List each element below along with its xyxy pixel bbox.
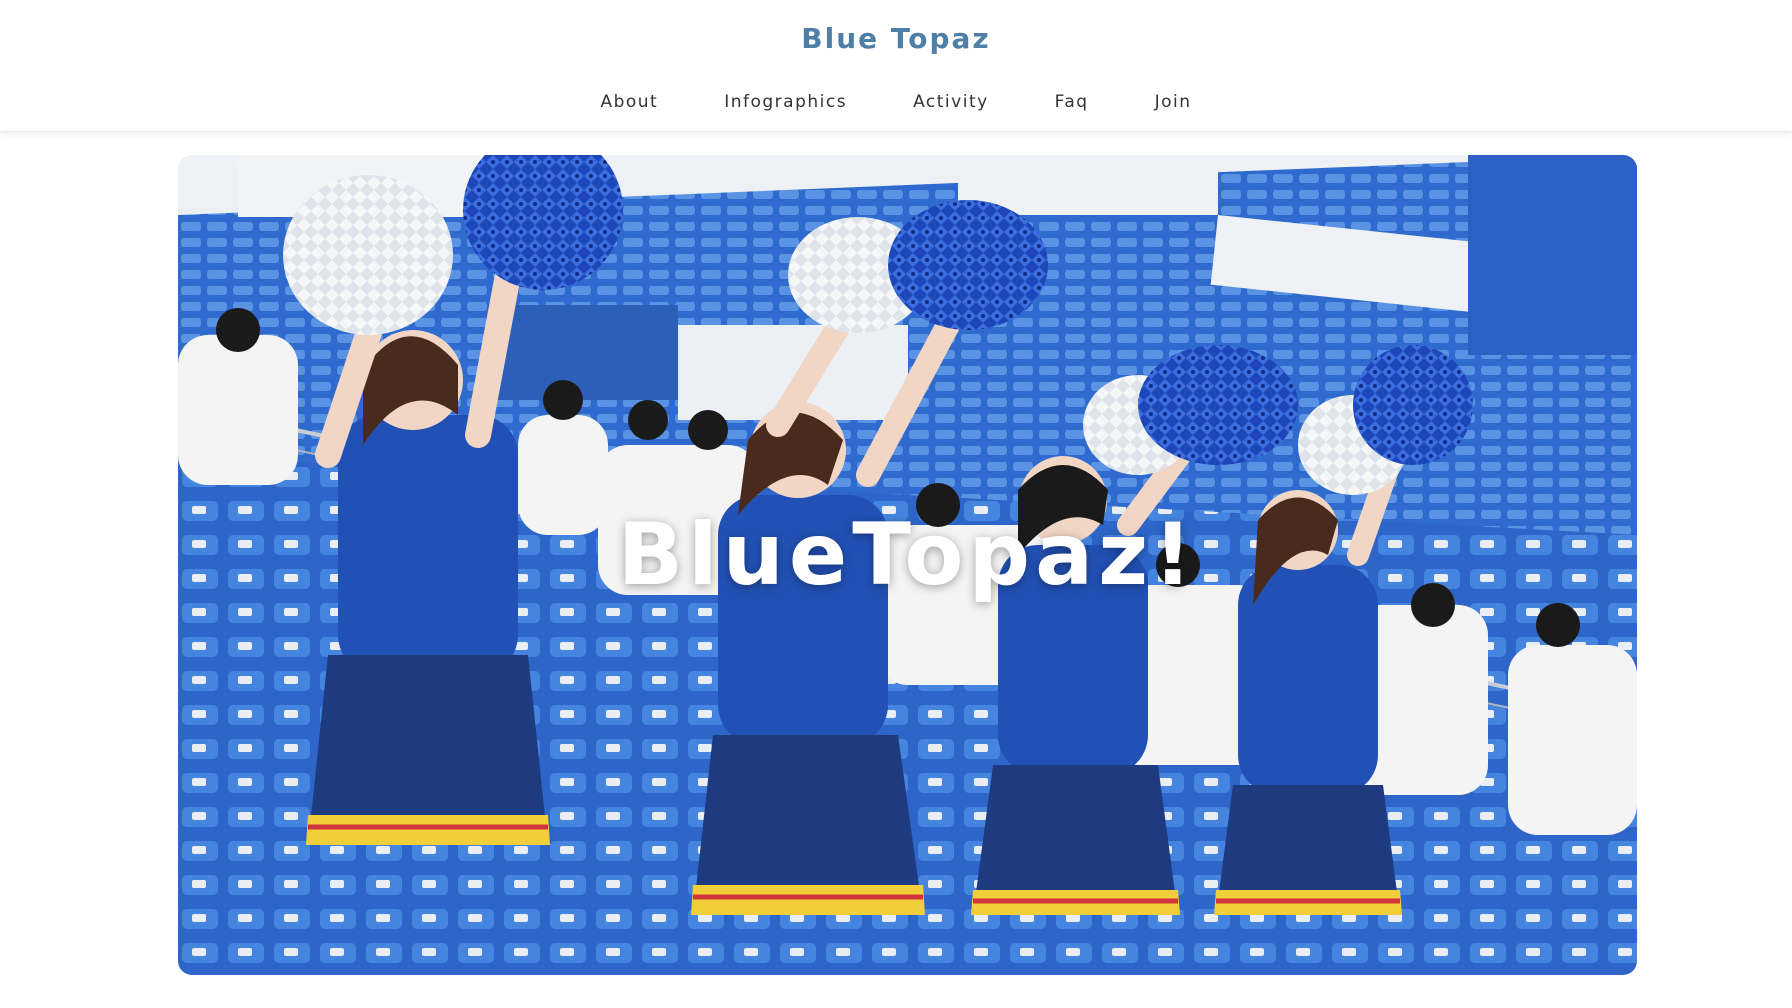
nav-activity[interactable]: Activity [880,92,1022,112]
hero-image [178,155,1637,975]
nav-about[interactable]: About [567,92,691,112]
site-title[interactable]: Blue Topaz [0,22,1792,55]
nav-faq[interactable]: Faq [1022,92,1122,112]
nav-infographics[interactable]: Infographics [691,92,880,112]
main-nav: About Infographics Activity Faq Join [0,92,1792,112]
nav-join[interactable]: Join [1122,92,1225,112]
site-header: Blue Topaz About Infographics Activity F… [0,0,1792,132]
hero-banner: BlueTopaz! [178,155,1637,975]
